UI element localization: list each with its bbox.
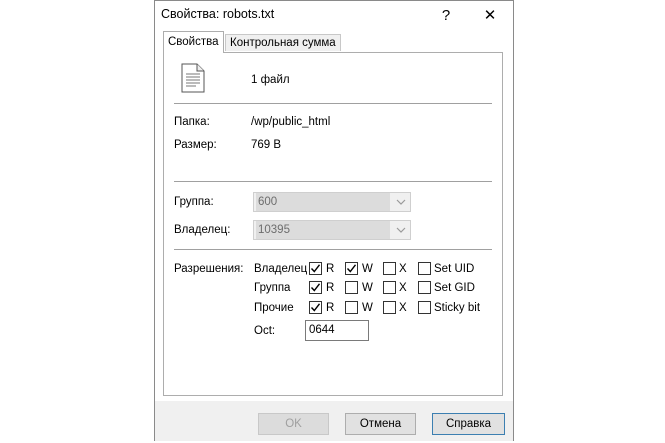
tab-properties[interactable]: Свойства xyxy=(163,31,224,53)
tab-bar: Свойства Контрольная сумма xyxy=(155,31,513,53)
perm-group-x-checkbox[interactable] xyxy=(383,281,396,294)
help-title-button[interactable]: ? xyxy=(427,1,465,29)
octal-label: Oct: xyxy=(254,325,276,337)
chevron-down-icon xyxy=(392,193,410,211)
owner-select-value: 10395 xyxy=(256,221,390,239)
perm-owner-w-checkbox[interactable] xyxy=(345,262,358,275)
folder-value: /wp/public_html xyxy=(251,116,331,128)
perm-r-label: R xyxy=(326,263,335,275)
perm-w-label: W xyxy=(362,263,373,275)
perm-owner-r-checkbox[interactable] xyxy=(309,262,322,275)
chevron-down-icon xyxy=(392,221,410,239)
perm-row-group-label: Группа xyxy=(254,282,291,294)
perm-group-r-checkbox[interactable] xyxy=(309,281,322,294)
perm-x-label: X xyxy=(399,282,407,294)
properties-panel: 1 файл Папка: /wp/public_html Размер: 76… xyxy=(163,52,503,396)
ok-button[interactable]: OK xyxy=(258,413,329,435)
set-uid-checkbox[interactable] xyxy=(418,262,431,275)
perm-w-label: W xyxy=(362,282,373,294)
cancel-button[interactable]: Отмена xyxy=(345,413,416,435)
size-label: Размер: xyxy=(174,139,217,151)
separator xyxy=(174,249,492,250)
owner-select[interactable]: 10395 xyxy=(253,220,411,240)
help-button[interactable]: Справка xyxy=(432,413,505,435)
dialog-footer: OK Отмена Справка xyxy=(155,401,513,441)
set-uid-label: Set UID xyxy=(434,263,475,275)
perm-others-x-checkbox[interactable] xyxy=(383,301,396,314)
perm-owner-x-checkbox[interactable] xyxy=(383,262,396,275)
group-label: Группа: xyxy=(174,196,214,208)
octal-input[interactable]: 0644 xyxy=(305,320,369,341)
text-file-icon xyxy=(181,63,205,96)
set-gid-label: Set GID xyxy=(434,282,475,294)
perm-x-label: X xyxy=(399,263,407,275)
group-select-value: 600 xyxy=(256,193,390,211)
sticky-bit-label: Sticky bit xyxy=(434,302,481,314)
file-count: 1 файл xyxy=(251,74,290,86)
perm-w-label: W xyxy=(362,302,373,314)
separator xyxy=(174,103,492,104)
window-title: Свойства: robots.txt xyxy=(161,7,275,21)
perm-row-others-label: Прочие xyxy=(254,302,294,314)
owner-label: Владелец: xyxy=(174,224,231,236)
set-gid-checkbox[interactable] xyxy=(418,281,431,294)
perm-x-label: X xyxy=(399,302,407,314)
folder-label: Папка: xyxy=(174,116,210,128)
tab-checksum[interactable]: Контрольная сумма xyxy=(225,34,341,51)
close-icon[interactable]: ✕ xyxy=(471,1,509,29)
sticky-bit-checkbox[interactable] xyxy=(418,301,431,314)
size-value: 769 B xyxy=(251,139,282,151)
perm-group-w-checkbox[interactable] xyxy=(345,281,358,294)
perm-others-r-checkbox[interactable] xyxy=(309,301,322,314)
perm-row-owner-label: Владелец xyxy=(254,263,308,275)
title-bar: Свойства: robots.txt ? ✕ xyxy=(155,1,513,29)
properties-dialog: Свойства: robots.txt ? ✕ Свойства Контро… xyxy=(154,0,514,441)
perm-r-label: R xyxy=(326,302,335,314)
perm-others-w-checkbox[interactable] xyxy=(345,301,358,314)
separator xyxy=(174,181,492,182)
perm-r-label: R xyxy=(326,282,335,294)
permissions-label: Разрешения: xyxy=(174,263,244,275)
group-select[interactable]: 600 xyxy=(253,192,411,212)
